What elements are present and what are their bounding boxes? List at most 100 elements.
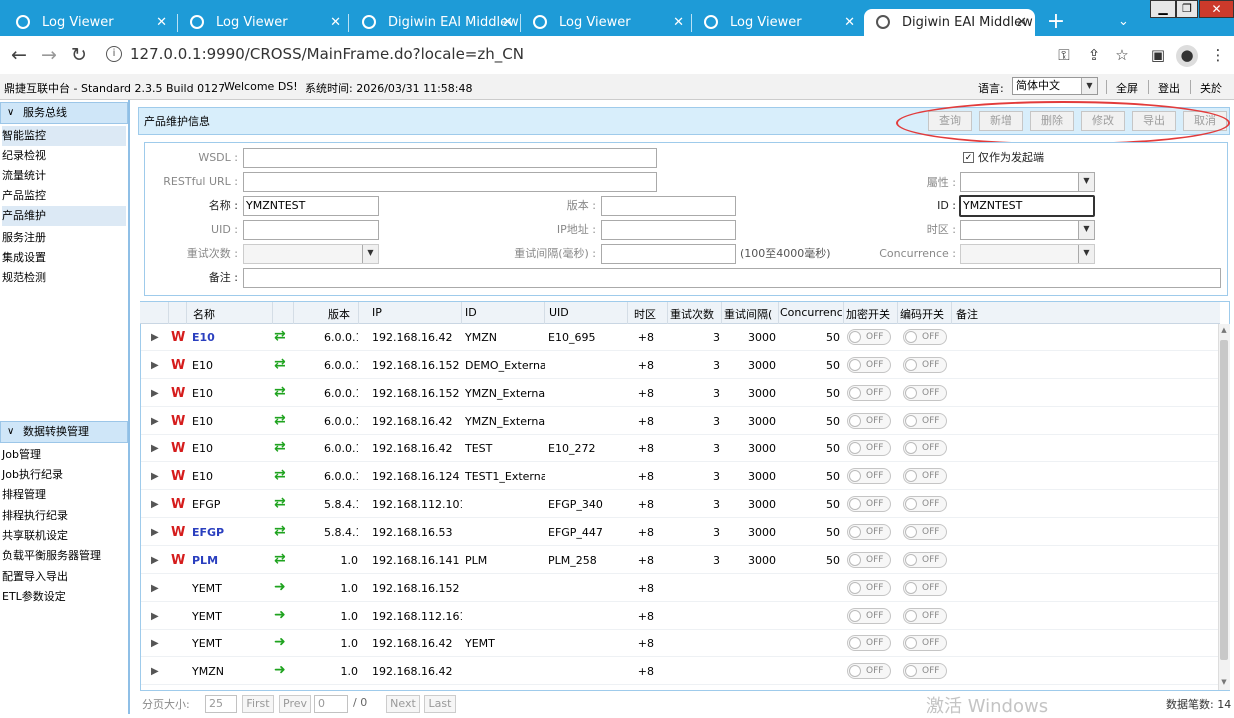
profile-icon[interactable]: ● xyxy=(1176,45,1198,67)
sidebar-item[interactable]: 流量统计 xyxy=(2,166,126,186)
browser-tab[interactable]: Digiwin EAI Middlew ✕ xyxy=(350,9,521,36)
column-header-version[interactable]: 版本 xyxy=(328,306,350,322)
encode-toggle[interactable]: OFF xyxy=(903,440,947,456)
expand-row-icon[interactable]: ▶ xyxy=(151,554,159,568)
remark-input[interactable] xyxy=(243,268,1221,288)
retry-interval-input[interactable] xyxy=(601,244,736,264)
reload-icon[interactable]: ↻ xyxy=(68,44,90,66)
close-window-icon[interactable]: ✕ xyxy=(1199,0,1234,18)
sidebar-item[interactable]: Job管理 xyxy=(2,445,126,465)
encode-toggle[interactable]: OFF xyxy=(903,580,947,596)
encode-toggle[interactable]: OFF xyxy=(903,357,947,373)
expand-row-icon[interactable]: ▶ xyxy=(151,526,159,540)
sidebar-group-data-conversion[interactable]: 数据转换管理 xyxy=(0,421,128,443)
encrypt-toggle[interactable]: OFF xyxy=(847,524,891,540)
expand-row-icon[interactable]: ▶ xyxy=(151,610,159,624)
close-icon[interactable]: ✕ xyxy=(330,9,341,36)
sidebar-group-service-bus[interactable]: 服务总线 xyxy=(0,102,128,124)
table-row[interactable] xyxy=(141,657,1219,685)
table-row[interactable] xyxy=(141,629,1219,657)
expand-row-icon[interactable]: ▶ xyxy=(151,665,159,679)
encrypt-toggle[interactable]: OFF xyxy=(847,385,891,401)
encrypt-toggle[interactable]: OFF xyxy=(847,440,891,456)
sidebar-item[interactable]: 配置导入导出 xyxy=(2,567,126,587)
sidebar-item[interactable]: 集成设置 xyxy=(2,248,126,268)
expand-row-icon[interactable]: ▶ xyxy=(151,359,159,373)
product-name[interactable]: E10 xyxy=(192,387,213,401)
language-select[interactable]: 简体中文 ▼ xyxy=(1012,77,1098,95)
sidebar-item[interactable]: 服务注册 xyxy=(2,228,126,248)
column-header-remark[interactable]: 备注 xyxy=(956,306,978,322)
close-icon[interactable]: ✕ xyxy=(673,9,684,36)
sidebar-item[interactable]: 纪录检视 xyxy=(2,146,126,166)
key-icon[interactable]: ⚿ xyxy=(1054,45,1074,65)
encrypt-toggle[interactable]: OFF xyxy=(847,357,891,373)
about-link[interactable]: 关於 xyxy=(1200,80,1222,96)
sidebar-item-product-maintenance[interactable]: 产品维护 xyxy=(2,206,126,226)
column-header-encode[interactable]: 编码开关 xyxy=(900,306,944,322)
product-name[interactable]: EFGP xyxy=(192,498,220,512)
column-header-retry[interactable]: 重试次数 xyxy=(670,306,714,322)
column-header-encrypt[interactable]: 加密开关 xyxy=(846,306,890,322)
close-icon[interactable]: ✕ xyxy=(1016,9,1027,36)
encrypt-toggle[interactable]: OFF xyxy=(847,552,891,568)
url-field[interactable]: 127.0.0.1:9990/CROSS/MainFrame.do?locale… xyxy=(130,44,524,64)
sidebar-item[interactable]: ETL参数设定 xyxy=(2,587,126,607)
browser-tab[interactable]: Log Viewer ✕ xyxy=(521,9,692,36)
scroll-up-icon[interactable]: ▲ xyxy=(1219,326,1229,336)
encrypt-toggle[interactable]: OFF xyxy=(847,635,891,651)
maximize-icon[interactable]: ❐ xyxy=(1176,0,1198,18)
product-name[interactable]: PLM xyxy=(192,554,218,568)
product-name[interactable]: YEMT xyxy=(192,637,222,651)
product-name[interactable]: E10 xyxy=(192,442,213,456)
product-name[interactable]: YEMT xyxy=(192,610,222,624)
close-icon[interactable]: ✕ xyxy=(844,9,855,36)
sidebar-item[interactable]: 排程管理 xyxy=(2,485,126,505)
encode-toggle[interactable]: OFF xyxy=(903,329,947,345)
product-name[interactable]: E10 xyxy=(192,415,213,429)
encrypt-toggle[interactable]: OFF xyxy=(847,663,891,679)
column-header-uid[interactable]: UID xyxy=(549,306,569,319)
sidebar-item[interactable]: Job执行纪录 xyxy=(2,465,126,485)
timezone-select[interactable]: ▼ xyxy=(960,220,1095,240)
expand-row-icon[interactable]: ▶ xyxy=(151,582,159,596)
encode-toggle[interactable]: OFF xyxy=(903,635,947,651)
info-icon[interactable]: i xyxy=(106,46,122,62)
menu-icon[interactable]: ⋮ xyxy=(1208,45,1228,65)
encode-toggle[interactable]: OFF xyxy=(903,385,947,401)
scrollbar-thumb[interactable] xyxy=(1220,340,1228,660)
expand-row-icon[interactable]: ▶ xyxy=(151,442,159,456)
last-page-button[interactable]: Last xyxy=(424,695,456,713)
encode-toggle[interactable]: OFF xyxy=(903,552,947,568)
ip-input[interactable] xyxy=(601,220,736,240)
scroll-down-icon[interactable]: ▼ xyxy=(1219,678,1229,688)
page-number-input[interactable]: 0 xyxy=(314,695,348,713)
column-header-concurrence[interactable]: Concurrence xyxy=(780,306,842,319)
name-input[interactable]: YMZNTEST xyxy=(243,196,379,216)
product-name[interactable]: E10 xyxy=(192,359,213,373)
restful-input[interactable] xyxy=(243,172,657,192)
sidebar-item[interactable]: 智能监控 xyxy=(2,126,126,146)
minimize-icon[interactable]: ▁ xyxy=(1150,0,1176,18)
tab-list-icon[interactable]: ⌄ xyxy=(1118,12,1136,32)
sidebar-item[interactable]: 排程执行纪录 xyxy=(2,506,126,526)
encrypt-toggle[interactable]: OFF xyxy=(847,496,891,512)
encode-toggle[interactable]: OFF xyxy=(903,524,947,540)
forward-icon[interactable]: → xyxy=(38,44,60,66)
encrypt-toggle[interactable]: OFF xyxy=(847,468,891,484)
expand-row-icon[interactable]: ▶ xyxy=(151,415,159,429)
browser-tab[interactable]: Log Viewer ✕ xyxy=(4,9,175,36)
table-row[interactable] xyxy=(141,574,1219,602)
encode-toggle[interactable]: OFF xyxy=(903,468,947,484)
product-name[interactable]: YEMT xyxy=(192,582,222,596)
column-header-name[interactable]: 名称 xyxy=(193,306,215,322)
column-header-timezone[interactable]: 时区 xyxy=(634,306,656,322)
column-header-id[interactable]: ID xyxy=(465,306,477,319)
retry-select[interactable]: ▼ xyxy=(243,244,379,264)
expand-row-icon[interactable]: ▶ xyxy=(151,387,159,401)
product-name[interactable]: YMZN xyxy=(192,665,224,679)
fullscreen-link[interactable]: 全屏 xyxy=(1116,80,1138,96)
table-row[interactable] xyxy=(141,602,1219,630)
initiator-only-checkbox[interactable]: ✓ xyxy=(963,152,974,163)
column-header-interval[interactable]: 重试间隔( xyxy=(724,306,778,322)
